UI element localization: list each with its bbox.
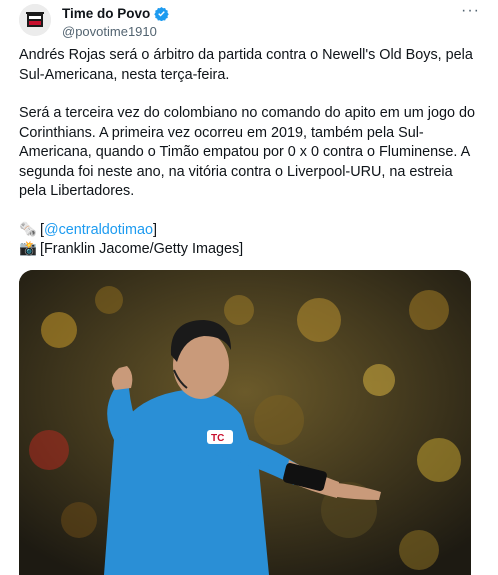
shirt-badge-text: TC <box>211 433 224 444</box>
tweet-text: Andrés Rojas será o árbitro da partida c… <box>19 46 481 260</box>
mention-link[interactable]: @centraldotimao <box>44 222 153 238</box>
newspaper-icon: 🗞️ <box>19 221 37 238</box>
tweet: Time do Povo @povotime1910 ··· Andrés Ro… <box>0 0 498 575</box>
paragraph-2: Será a terceira vez do colombiano no com… <box>19 105 475 199</box>
paragraph-1: Andrés Rojas será o árbitro da partida c… <box>19 47 473 83</box>
author-handle[interactable]: @povotime1910 <box>62 24 484 39</box>
tweet-header: Time do Povo @povotime1910 <box>62 5 484 39</box>
author-name[interactable]: Time do Povo <box>62 6 150 21</box>
avatar[interactable] <box>19 4 51 36</box>
credit-bracket-close: ] <box>153 221 157 238</box>
camera-icon: 📸 <box>19 241 37 257</box>
credit-line-1: 🗞️ [@centraldotimao] <box>19 221 481 241</box>
photo-credit: [Franklin Jacome/Getty Images] <box>40 241 244 257</box>
more-dots-icon[interactable]: ··· <box>461 3 480 19</box>
verified-badge-icon <box>154 6 170 21</box>
tweet-photo[interactable]: TC <box>19 270 471 575</box>
referee-photo: TC <box>19 270 471 575</box>
credit-line-2: 📸 [Franklin Jacome/Getty Images] <box>19 240 481 260</box>
team-logo-icon <box>19 4 51 36</box>
